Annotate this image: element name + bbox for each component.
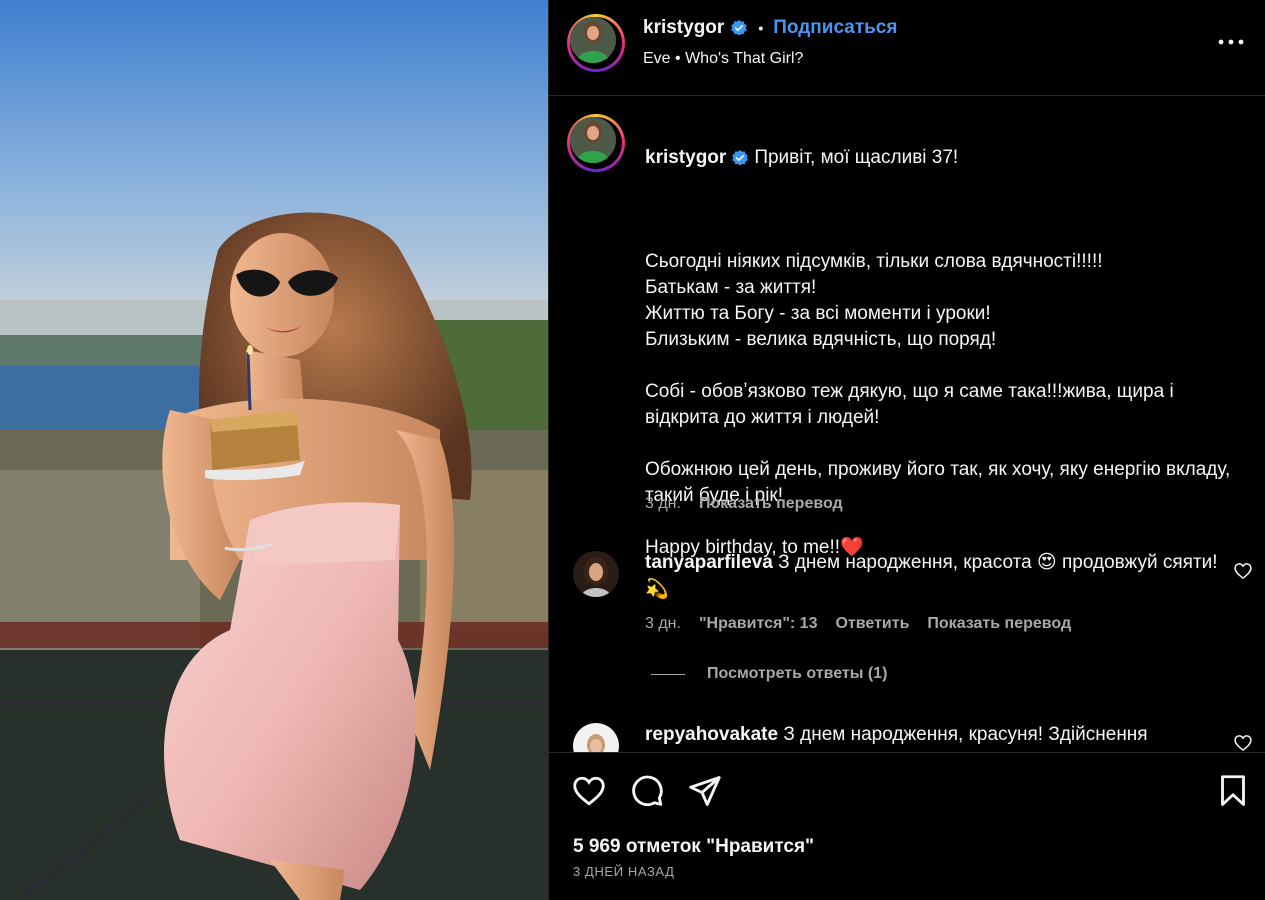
post-details-panel: kristygor • Подписаться Eve • Who's That…	[548, 0, 1265, 900]
avatar-image	[573, 551, 619, 597]
view-replies-label: Посмотреть ответы (1)	[707, 665, 888, 682]
author-avatar[interactable]	[567, 14, 625, 72]
post-actions-bar: 5 969 отметок "Нравится" 3 ДНЕЙ НАЗАД	[549, 752, 1265, 900]
comment-icon[interactable]	[629, 773, 665, 809]
caption-meta: 3 дн. Показать перевод	[645, 495, 843, 513]
bookmark-icon[interactable]	[1215, 773, 1251, 809]
comment-body: repyahovakate З днем народження, красуня…	[645, 721, 1235, 748]
post-timestamp: 3 ДНЕЙ НАЗАД	[573, 864, 675, 879]
verified-badge-icon	[731, 19, 748, 36]
commenter-avatar[interactable]	[573, 551, 619, 597]
comments-scroll-area[interactable]: kristygor Привіт, мої щасливі 37! Сьогод…	[549, 97, 1265, 752]
birthday-photo	[0, 0, 548, 900]
comment-like-heart-icon[interactable]	[1233, 733, 1253, 752]
avatar-image	[570, 17, 616, 63]
header-username-row: kristygor • Подписаться	[643, 17, 897, 39]
audio-artist: Eve	[643, 50, 671, 67]
translate-comment-button[interactable]: Показать перевод	[927, 615, 1071, 633]
verified-badge-icon	[732, 149, 749, 166]
commenter-avatar[interactable]	[573, 723, 619, 752]
audio-title: Who's That Girl?	[685, 50, 804, 67]
comment-like-heart-icon[interactable]	[1233, 561, 1253, 581]
caption-first-line-text: Привіт, мої щасливі 37!	[754, 147, 959, 168]
heart-icon[interactable]	[571, 773, 607, 809]
share-icon[interactable]	[687, 773, 723, 809]
caption-time: 3 дн.	[645, 495, 681, 512]
post-header: kristygor • Подписаться Eve • Who's That…	[549, 0, 1265, 96]
comment-text: З днем народження, красуня! Здійснення	[783, 724, 1148, 745]
avatar-image	[570, 117, 616, 163]
more-dots-icon[interactable]	[1216, 30, 1246, 54]
comment-meta: 3 дн. "Нравится": 13 Ответить Показать п…	[645, 615, 1071, 633]
caption-body: Сьогодні ніяких підсумків, тільки слова …	[645, 251, 1231, 558]
translate-caption-button[interactable]: Показать перевод	[699, 495, 843, 513]
audio-separator: •	[675, 50, 686, 67]
caption: kristygor Привіт, мої щасливі 37! Сьогод…	[645, 119, 1245, 587]
likes-count[interactable]: 5 969 отметок "Нравится"	[573, 836, 814, 858]
caption-author-avatar[interactable]	[567, 114, 625, 172]
audio-track[interactable]: Eve • Who's That Girl?	[643, 50, 803, 68]
comment-time: 3 дн.	[645, 615, 681, 632]
caption-first-line: kristygor Привіт, мої щасливі 37!	[645, 145, 1245, 171]
comment-likes-count[interactable]: "Нравится": 13	[699, 615, 818, 633]
separator-dot: •	[758, 20, 764, 36]
author-username[interactable]: kristygor	[643, 17, 724, 39]
comment-body: tanyaparfileva З днем народження, красот…	[645, 549, 1235, 603]
view-replies-button[interactable]: Посмотреть ответы (1)	[651, 665, 887, 683]
commenter-username[interactable]: repyahovakate	[645, 724, 778, 745]
follow-button[interactable]: Подписаться	[773, 17, 897, 39]
post-image[interactable]	[0, 0, 548, 900]
commenter-username[interactable]: tanyaparfileva	[645, 552, 773, 573]
caption-username[interactable]: kristygor	[645, 145, 726, 171]
replies-divider-line	[651, 673, 685, 675]
reply-button[interactable]: Ответить	[835, 615, 909, 633]
avatar-image	[573, 723, 619, 752]
